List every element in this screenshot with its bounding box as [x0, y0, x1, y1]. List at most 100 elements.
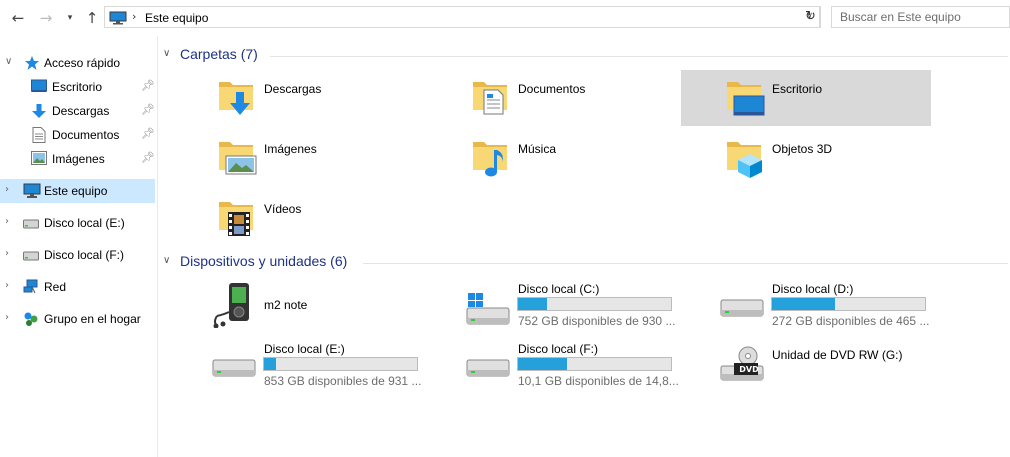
sidebar-item-documentos[interactable]: Documentos 📌︎	[0, 123, 155, 147]
search-input[interactable]: Buscar en Este equipo	[831, 6, 1010, 28]
folder-documentos[interactable]: Documentos	[465, 70, 715, 126]
section-title: Dispositivos y unidades (6)	[180, 253, 348, 269]
sidebar-item-label: Disco local (E:)	[44, 216, 125, 230]
drive-name: Disco local (F:)	[518, 342, 599, 356]
folder-descargas[interactable]: Descargas	[211, 70, 461, 126]
up-arrow-icon[interactable]: ↑	[82, 8, 102, 28]
sidebar-item-red[interactable]: › Red	[0, 275, 155, 299]
drive-icon	[212, 358, 256, 381]
sidebar-item-label: Grupo en el hogar	[44, 312, 141, 326]
sidebar-item-label: Imágenes	[52, 152, 105, 166]
picture-icon	[31, 151, 47, 168]
sidebar-item-label: Descargas	[52, 104, 110, 118]
breadcrumb-chevron-icon[interactable]: ›	[132, 10, 136, 23]
sidebar-item-label: Documentos	[52, 128, 120, 142]
folder-name: Música	[518, 142, 557, 156]
network-icon	[23, 279, 39, 298]
drive-icon	[466, 358, 510, 381]
sidebar-item-label: Disco local (F:)	[44, 248, 125, 262]
chevron-right-icon[interactable]: ›	[5, 184, 9, 195]
device-m2-note[interactable]: m2 note	[211, 278, 461, 334]
windows-drive-icon	[466, 292, 510, 329]
sidebar-item-acceso-rapido[interactable]: ∨ Acceso rápido	[0, 51, 155, 75]
pictures-folder-icon	[218, 136, 258, 179]
chevron-right-icon[interactable]: ›	[5, 312, 9, 323]
navigation-pane: ∨ Acceso rápido Escritorio 📌︎ Descargas …	[0, 36, 158, 457]
music-folder-icon	[472, 136, 512, 181]
homegroup-icon	[23, 311, 39, 330]
videos-folder-icon	[218, 196, 258, 241]
sidebar-item-este-equipo[interactable]: › Este equipo	[0, 179, 155, 203]
downloads-folder-icon	[218, 76, 254, 119]
chevron-right-icon[interactable]: ›	[5, 216, 9, 227]
folder-objetos-3d[interactable]: Objetos 3D	[719, 130, 969, 186]
folder-name: Imágenes	[264, 142, 317, 156]
pin-icon[interactable]: 📌︎	[141, 151, 155, 164]
drive-icon	[23, 250, 39, 264]
sidebar-item-label: Este equipo	[44, 184, 108, 198]
drive-usage-bar	[517, 297, 672, 311]
chevron-right-icon[interactable]: ›	[5, 280, 9, 291]
recent-locations-chevron-icon[interactable]: ▾	[60, 8, 80, 28]
drive-disco-c[interactable]: Disco local (C:) 752 GB disponibles de 9…	[465, 278, 715, 334]
section-divider	[363, 263, 1008, 264]
drive-icon	[720, 298, 764, 321]
folder-name: Documentos	[518, 82, 586, 96]
breadcrumb-este-equipo[interactable]: Este equipo	[145, 11, 208, 25]
chevron-down-icon[interactable]: ∨	[163, 48, 170, 59]
folder-name: Vídeos	[264, 202, 302, 216]
drive-icon	[23, 218, 39, 232]
drive-usage-bar	[263, 357, 418, 371]
drive-usage-bar	[771, 297, 926, 311]
chevron-down-icon[interactable]: ∨	[5, 56, 12, 67]
refresh-icon[interactable]: ↻	[801, 6, 821, 28]
drive-usage-fill	[772, 298, 835, 310]
pin-icon[interactable]: 📌︎	[141, 127, 155, 140]
address-field[interactable]: › Este equipo ∨	[104, 6, 820, 28]
drive-disco-d[interactable]: Disco local (D:) 272 GB disponibles de 4…	[719, 278, 969, 334]
section-header-carpetas[interactable]: ∨ Carpetas (7)	[163, 46, 1008, 66]
drive-name: Disco local (C:)	[518, 282, 600, 296]
computer-icon	[109, 11, 127, 28]
drive-free-space: 752 GB disponibles de 930 ...	[518, 314, 676, 328]
drive-free-space: 10,1 GB disponibles de 14,8...	[518, 374, 679, 388]
drive-name: Disco local (D:)	[772, 282, 854, 296]
chevron-right-icon[interactable]: ›	[5, 248, 9, 259]
back-arrow-icon[interactable]: ←	[8, 8, 28, 28]
sidebar-item-imagenes[interactable]: Imágenes 📌︎	[0, 147, 155, 171]
sidebar-item-disco-f[interactable]: › Disco local (F:)	[0, 243, 155, 267]
chevron-down-icon[interactable]: ∨	[163, 255, 170, 266]
sidebar-item-escritorio[interactable]: Escritorio 📌︎	[0, 75, 155, 99]
section-divider	[270, 56, 1008, 57]
desktop-icon	[31, 79, 47, 96]
3d-objects-folder-icon	[726, 136, 766, 181]
pin-icon[interactable]: 📌︎	[141, 79, 155, 92]
forward-arrow-icon[interactable]: →	[36, 8, 56, 28]
folder-imagenes[interactable]: Imágenes	[211, 130, 461, 186]
sidebar-item-grupo-hogar[interactable]: › Grupo en el hogar	[0, 307, 155, 331]
drive-name: Disco local (E:)	[264, 342, 345, 356]
drive-disco-f[interactable]: Disco local (F:) 10,1 GB disponibles de …	[465, 338, 715, 394]
section-title: Carpetas (7)	[180, 46, 258, 62]
drive-usage-fill	[264, 358, 277, 370]
section-header-dispositivos[interactable]: ∨ Dispositivos y unidades (6)	[163, 253, 1008, 273]
sidebar-item-descargas[interactable]: Descargas 📌︎	[0, 99, 155, 123]
dvd-badge: DVD	[739, 365, 759, 374]
computer-icon	[23, 183, 41, 202]
pin-icon[interactable]: 📌︎	[141, 103, 155, 116]
drive-disco-e[interactable]: Disco local (E:) 853 GB disponibles de 9…	[211, 338, 461, 394]
sidebar-item-disco-e[interactable]: › Disco local (E:)	[0, 211, 155, 235]
address-toolbar: ← → ▾ ↑ › Este equipo ∨ ↻ Buscar en Este…	[0, 0, 1010, 36]
sidebar-item-label: Escritorio	[52, 80, 103, 94]
download-arrow-icon	[31, 103, 47, 122]
star-icon	[24, 55, 40, 74]
folder-videos[interactable]: Vídeos	[211, 190, 461, 246]
device-name: m2 note	[264, 298, 308, 312]
sidebar-item-label: Red	[44, 280, 67, 294]
drive-dvd-g[interactable]: DVD Unidad de DVD RW (G:)	[719, 338, 969, 394]
folder-musica[interactable]: Música	[465, 130, 715, 186]
folder-escritorio[interactable]: Escritorio	[681, 70, 931, 126]
drive-free-space: 853 GB disponibles de 931 ...	[264, 374, 422, 388]
sidebar-item-label: Acceso rápido	[44, 56, 121, 70]
document-icon	[32, 127, 46, 146]
